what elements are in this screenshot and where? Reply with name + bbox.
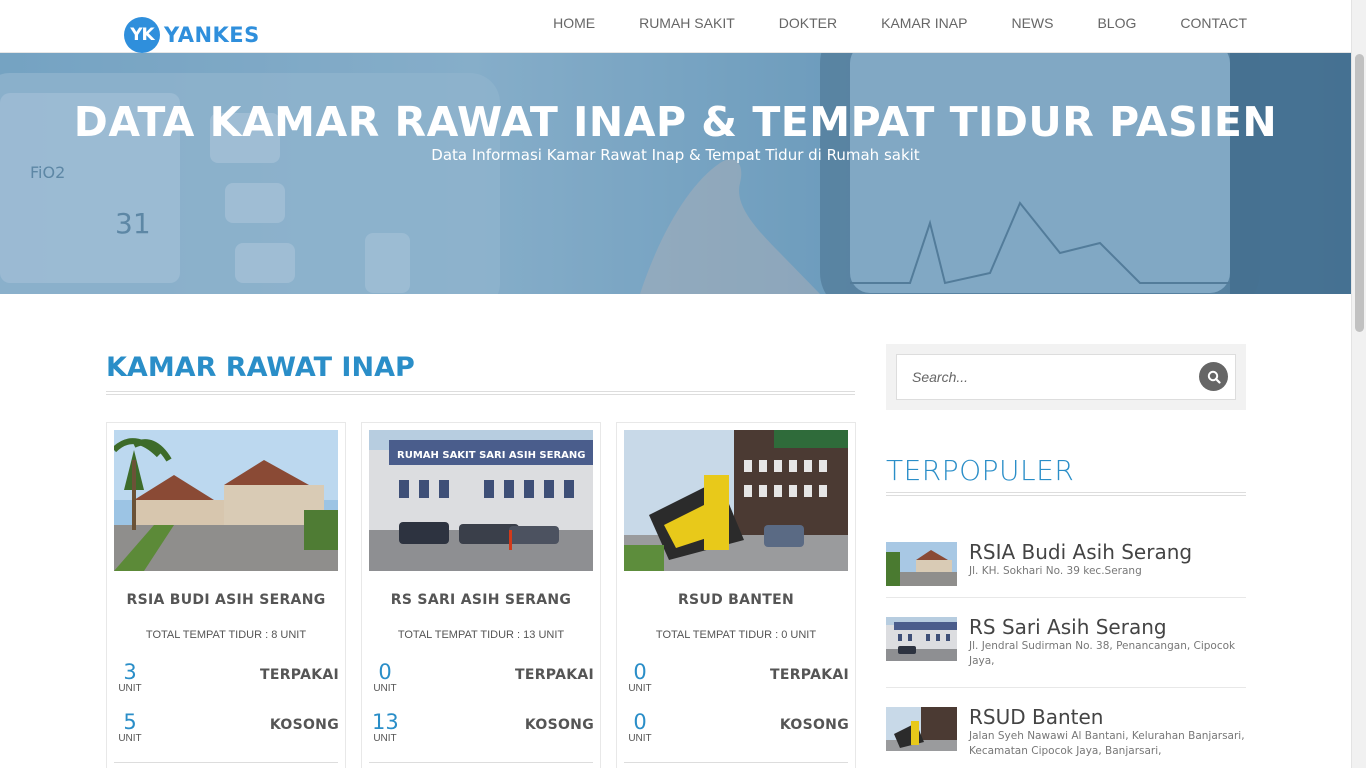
total-beds: TOTAL TEMPAT TIDUR : 8 UNIT [145,629,307,641]
search-input[interactable] [896,354,1236,400]
free-unit: UNIT [118,733,142,744]
card-divider [114,762,338,766]
section-title: KAMAR RAWAT INAP [106,352,415,383]
beds-used: 0 UNIT TERPAKAI [372,661,594,695]
popular-address: Jl. KH. Sokhari No. 39 kec.Serang [969,565,1142,577]
used-count: 0 [633,660,647,684]
used-count: 0 [378,660,392,684]
used-unit: UNIT [628,683,652,694]
nav-kamar-inap[interactable]: KAMAR INAP [881,15,967,31]
hospital-name[interactable]: RS SARI ASIH SERANG [362,592,600,608]
total-beds: TOTAL TEMPAT TIDUR : 13 UNIT [397,629,565,641]
card-divider [369,762,593,766]
search-widget [886,344,1246,410]
site-logo[interactable]: YK YANKES [124,17,260,53]
popular-name[interactable]: RS Sari Asih Serang [969,615,1167,639]
free-unit: UNIT [628,733,652,744]
main-nav: HOME RUMAH SAKIT DOKTER KAMAR INAP NEWS … [509,15,1247,31]
nav-home[interactable]: HOME [553,15,595,31]
used-label: TERPAKAI [260,667,339,683]
popular-name[interactable]: RSUD Banten [969,705,1103,729]
free-unit: UNIT [373,733,397,744]
svg-text:RUMAH SAKIT SARI ASIH SERANG: RUMAH SAKIT SARI ASIH SERANG [397,450,585,461]
free-count: 13 [372,710,399,734]
logo-badge: YK [124,17,160,53]
popular-item-divider [886,687,1246,688]
nav-rumah-sakit[interactable]: RUMAH SAKIT [639,15,735,31]
hospital-image[interactable] [624,430,848,571]
popular-thumbnail[interactable] [886,707,957,751]
free-count: 0 [633,710,647,734]
page-scrollbar[interactable] [1351,0,1366,768]
search-icon [1207,370,1221,384]
hero-overlay [0,53,1351,294]
section-divider [106,391,855,395]
popular-address: Jalan Syeh Nawawi Al Bantani, Kelurahan … [969,730,1245,757]
beds-used: 0 UNIT TERPAKAI [627,661,849,695]
hospital-name[interactable]: RSIA BUDI ASIH SERANG [107,592,345,608]
scrollbar-thumb[interactable] [1355,54,1364,332]
site-header: YK YANKES HOME RUMAH SAKIT DOKTER KAMAR … [0,0,1351,53]
hospital-card[interactable]: RUMAH SAKIT SARI ASIH SERANG RS SARI ASI… [361,422,601,768]
nav-dokter[interactable]: DOKTER [779,15,837,31]
logo-text: YANKES [164,23,260,47]
popular-address: Jl. Jendral Sudirman No. 38, Penancangan… [969,640,1236,667]
hospital-card[interactable]: RSIA BUDI ASIH SERANG TOTAL TEMPAT TIDUR… [106,422,346,768]
hero-title: DATA KAMAR RAWAT INAP & TEMPAT TIDUR PAS… [73,98,1278,146]
hero-subtitle: Data Informasi Kamar Rawat Inap & Tempat… [431,146,920,164]
used-unit: UNIT [118,683,142,694]
popular-divider [886,492,1246,496]
free-label: KOSONG [779,717,849,733]
popular-thumbnail[interactable] [886,617,957,661]
free-label: KOSONG [269,717,339,733]
hospital-name[interactable]: RSUD BANTEN [617,592,855,608]
used-label: TERPAKAI [770,667,849,683]
used-label: TERPAKAI [515,667,594,683]
hospital-card[interactable]: RSUD BANTEN TOTAL TEMPAT TIDUR : 0 UNIT … [616,422,856,768]
popular-name[interactable]: RSIA Budi Asih Serang [969,540,1192,564]
free-label: KOSONG [524,717,594,733]
nav-blog[interactable]: BLOG [1097,15,1136,31]
nav-news[interactable]: NEWS [1011,15,1053,31]
used-unit: UNIT [373,683,397,694]
search-button[interactable] [1199,362,1228,391]
beds-free: 0 UNIT KOSONG [627,711,849,745]
hero-banner: FiO2 31 DATA KAMAR RAWAT INAP & TEMPAT T… [0,53,1351,294]
hospital-image[interactable]: RUMAH SAKIT SARI ASIH SERANG [369,430,593,571]
popular-thumbnail[interactable] [886,542,957,586]
popular-item-divider [886,597,1246,598]
nav-contact[interactable]: CONTACT [1180,15,1247,31]
popular-title: TERPOPULER [886,454,1075,487]
used-count: 3 [123,660,137,684]
beds-free: 13 UNIT KOSONG [372,711,594,745]
card-divider [624,762,848,766]
free-count: 5 [123,710,137,734]
hospital-image[interactable] [114,430,338,571]
total-beds: TOTAL TEMPAT TIDUR : 0 UNIT [655,629,817,641]
beds-free: 5 UNIT KOSONG [117,711,339,745]
beds-used: 3 UNIT TERPAKAI [117,661,339,695]
